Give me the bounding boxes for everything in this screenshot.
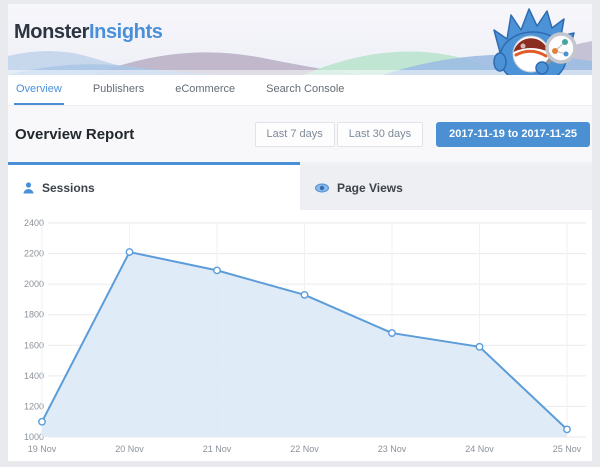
y-tick-label: 2400 bbox=[24, 218, 44, 228]
date-range-controls: Last 7 days Last 30 days 2017-11-19 to 2… bbox=[253, 122, 590, 147]
sessions-chart-panel: 1000 1200 1400 1600 1800 2000 2200 2400 19 Nov 20… bbox=[8, 210, 592, 460]
nav-item-publishers[interactable]: Publishers bbox=[91, 75, 146, 105]
page-title: Overview Report bbox=[15, 126, 134, 143]
y-tick-label: 1000 bbox=[24, 432, 44, 442]
x-tick-label: 25 Nov bbox=[553, 444, 582, 454]
y-tick-label: 2200 bbox=[24, 249, 44, 259]
chart-point-23-nov[interactable] bbox=[389, 330, 395, 336]
y-tick-label: 1400 bbox=[24, 371, 44, 381]
y-tick-label: 2000 bbox=[24, 279, 44, 289]
logo-text-monster: Monster bbox=[14, 21, 89, 43]
last-30-days-button[interactable]: Last 30 days bbox=[337, 122, 423, 147]
last-7-days-button[interactable]: Last 7 days bbox=[255, 122, 335, 147]
tab-label-sessions: Sessions bbox=[42, 181, 95, 195]
chart-point-20-nov[interactable] bbox=[126, 249, 132, 255]
logo: MonsterInsights bbox=[14, 21, 162, 44]
x-tick-label: 21 Nov bbox=[203, 444, 232, 454]
chart-point-25-nov[interactable] bbox=[564, 426, 570, 432]
plugin-window: MonsterInsights Overview Publishers eCom… bbox=[8, 4, 592, 461]
sessions-area-chart[interactable]: 1000 1200 1400 1600 1800 2000 2200 2400 19 Nov 20… bbox=[8, 210, 592, 460]
tab-page-views[interactable]: Page Views bbox=[300, 162, 592, 210]
report-header: Overview Report Last 7 days Last 30 days… bbox=[8, 105, 592, 162]
x-tick-label: 22 Nov bbox=[290, 444, 319, 454]
main-nav: Overview Publishers eCommerce Search Con… bbox=[8, 75, 592, 105]
nav-item-overview[interactable]: Overview bbox=[14, 75, 64, 105]
tab-sessions[interactable]: Sessions bbox=[8, 162, 300, 210]
y-tick-label: 1600 bbox=[24, 340, 44, 350]
chart-point-22-nov[interactable] bbox=[301, 292, 307, 298]
chart-point-19-nov[interactable] bbox=[39, 419, 45, 425]
y-tick-label: 1200 bbox=[24, 401, 44, 411]
header-banner: MonsterInsights bbox=[8, 4, 592, 75]
person-icon bbox=[23, 182, 34, 194]
mascot-monster bbox=[489, 4, 584, 75]
nav-item-ecommerce[interactable]: eCommerce bbox=[173, 75, 237, 105]
tab-label-page-views: Page Views bbox=[337, 181, 403, 195]
eye-icon bbox=[315, 183, 329, 193]
nav-item-search-console[interactable]: Search Console bbox=[264, 75, 346, 105]
metric-tabs: Sessions Page Views bbox=[8, 162, 592, 210]
logo-text-insights: Insights bbox=[89, 21, 162, 43]
date-range-button[interactable]: 2017-11-19 to 2017-11-25 bbox=[436, 122, 590, 147]
x-tick-label: 23 Nov bbox=[378, 444, 407, 454]
chart-point-24-nov[interactable] bbox=[476, 344, 482, 350]
x-tick-label: 20 Nov bbox=[115, 444, 144, 454]
chart-point-21-nov[interactable] bbox=[214, 267, 220, 273]
y-tick-label: 1800 bbox=[24, 310, 44, 320]
x-tick-label: 19 Nov bbox=[28, 444, 57, 454]
x-tick-label: 24 Nov bbox=[465, 444, 494, 454]
